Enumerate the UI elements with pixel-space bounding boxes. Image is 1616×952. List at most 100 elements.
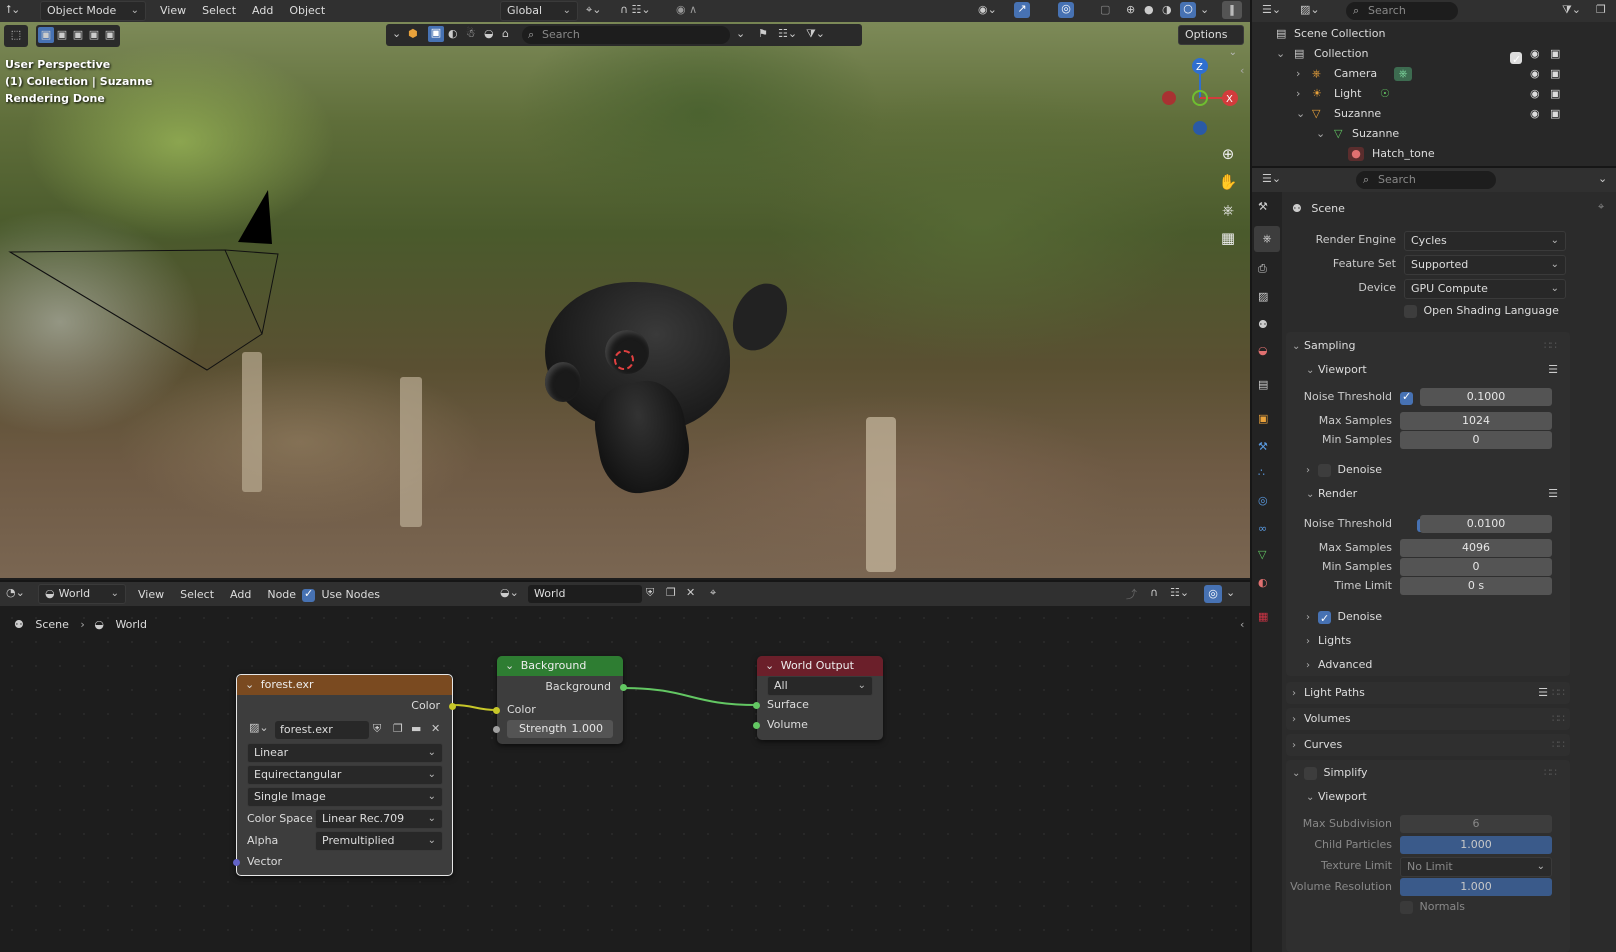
image-color-socket[interactable]: [449, 703, 456, 710]
select-intersect-icon[interactable]: ▣: [102, 27, 118, 43]
duplicate-icon[interactable]: ❐: [666, 586, 676, 599]
menu-view[interactable]: View: [152, 0, 194, 22]
background-output-socket[interactable]: [620, 684, 627, 691]
volume-socket[interactable]: [753, 722, 760, 729]
tool-select-icon[interactable]: ⬚: [8, 27, 24, 43]
transform-orientation-dropdown[interactable]: Global: [500, 1, 578, 21]
menu-select[interactable]: Select: [194, 0, 244, 22]
outliner-row-collection[interactable]: ⌄ ▤ Collection ◉ ▣: [1252, 44, 1616, 70]
display-mode-icon[interactable]: ▨⌄: [1300, 3, 1320, 16]
node-snap-options-icon[interactable]: ☷⌄: [1170, 586, 1189, 599]
projection-dropdown[interactable]: Equirectangular: [247, 765, 443, 785]
collapse-icon[interactable]: ⌄: [765, 659, 774, 672]
node-menu-view[interactable]: View: [130, 584, 172, 606]
visibility-eye-icon[interactable]: ◉: [1530, 84, 1540, 104]
shading-solid-icon[interactable]: ●: [1144, 3, 1154, 16]
r-noise-threshold-field[interactable]: 0.0100: [1420, 515, 1552, 533]
camera-filter-icon[interactable]: ⌂: [502, 27, 509, 40]
outliner-row-scene-collection[interactable]: ▤ Scene Collection: [1252, 24, 1616, 44]
viewport-search-field[interactable]: ⌕ Search: [522, 26, 730, 44]
visibility-eye-icon[interactable]: ◉: [1530, 64, 1540, 84]
sampling-render-header[interactable]: ⌄ Render ☰: [1306, 484, 1562, 504]
select-subtract-icon[interactable]: ▣: [70, 27, 86, 43]
outliner-row-light[interactable]: › ☀ Light ☉ ◉ ▣: [1252, 84, 1616, 104]
ortho-toggle-icon[interactable]: ▦: [1216, 224, 1240, 252]
outliner-filter-icon[interactable]: ⧩⌄: [1562, 3, 1581, 17]
new-collection-icon[interactable]: ❐: [1596, 3, 1606, 16]
volumes-panel[interactable]: › Volumes ∷∷: [1286, 708, 1570, 730]
select-new-icon[interactable]: ▣: [38, 27, 54, 43]
sidebar-toggle-icon[interactable]: ‹: [1240, 64, 1244, 77]
image-open-folder-icon[interactable]: ▬: [411, 722, 421, 735]
interpolation-dropdown[interactable]: Linear: [247, 743, 443, 763]
image-node-header[interactable]: ⌄ forest.exr: [237, 675, 452, 695]
node-snap-icon[interactable]: ∩: [1150, 586, 1158, 599]
editor-type-icon[interactable]: ⭡⌄: [6, 3, 20, 17]
simplify-viewport-header[interactable]: ⌄ Viewport: [1306, 786, 1367, 808]
outliner-search-field[interactable]: ⌕ Search: [1346, 2, 1458, 20]
tab-tool-icon[interactable]: ⚒: [1258, 200, 1268, 213]
shading-rendered-icon[interactable]: ○: [1180, 2, 1196, 18]
lights-subpanel-header[interactable]: › Lights: [1306, 631, 1351, 651]
image-fake-user-icon[interactable]: ⛨: [373, 722, 381, 736]
search-options-icon[interactable]: ⌄: [736, 27, 745, 40]
parent-node-tree-icon[interactable]: ⤴: [1126, 586, 1137, 602]
drag-handle-icon[interactable]: ∷∷: [1552, 682, 1565, 704]
osl-checkbox[interactable]: [1404, 304, 1417, 318]
shading-material-icon[interactable]: ◑: [1162, 3, 1172, 16]
simplify-checkbox[interactable]: [1304, 766, 1317, 780]
alpha-dropdown[interactable]: Premultiplied: [315, 831, 443, 851]
expand-chevron-icon[interactable]: ⌄: [1296, 104, 1305, 124]
image-unlink-icon[interactable]: ✕: [431, 722, 440, 735]
node-menu-node[interactable]: Node: [259, 584, 304, 606]
mode-dropdown[interactable]: Object Mode: [40, 1, 146, 21]
drag-handle-icon[interactable]: ∷∷: [1552, 734, 1565, 756]
pin-icon[interactable]: ⌖: [710, 586, 716, 600]
sampling-viewport-header[interactable]: ⌄ Viewport ☰: [1306, 360, 1562, 380]
vp-noise-threshold-checkbox[interactable]: [1400, 390, 1413, 405]
tab-physics-icon[interactable]: ◎: [1258, 494, 1268, 507]
presets-list-icon[interactable]: ☰: [1548, 360, 1558, 380]
properties-search-field[interactable]: ⌕ Search: [1356, 171, 1496, 189]
texture-limit-dropdown[interactable]: No Limit: [1400, 857, 1552, 877]
use-nodes-checkbox[interactable]: [302, 587, 315, 602]
options-dropdown[interactable]: Options: [1178, 25, 1244, 45]
snap-icon[interactable]: ∩ ☷⌄: [620, 3, 651, 16]
vp-denoise-header[interactable]: › Denoise: [1306, 460, 1382, 480]
outliner-row-camera[interactable]: › ⎈ Camera ⎈ ◉ ▣: [1252, 64, 1616, 84]
mesh-filter-icon[interactable]: ◐: [448, 27, 458, 40]
collapse-icon[interactable]: ⌄: [505, 659, 514, 672]
pin-icon[interactable]: ⌖: [1598, 200, 1604, 214]
image-name-field[interactable]: forest.exr: [275, 721, 369, 739]
node-overlay-icon[interactable]: ◎: [1204, 585, 1222, 603]
pan-hand-icon[interactable]: ✋: [1216, 168, 1240, 196]
expand-chevron-icon[interactable]: ›: [1296, 84, 1300, 104]
normals-checkbox[interactable]: [1400, 900, 1413, 914]
source-dropdown[interactable]: Single Image: [247, 787, 443, 807]
render-camera-icon[interactable]: ▣: [1550, 84, 1560, 104]
shading-options-icon[interactable]: ⌄: [1200, 3, 1209, 16]
world-browse-icon[interactable]: ◒⌄: [500, 586, 519, 599]
advanced-subpanel-header[interactable]: › Advanced: [1306, 655, 1372, 675]
menu-add[interactable]: Add: [244, 0, 281, 22]
vp-noise-threshold-field[interactable]: 0.1000: [1420, 388, 1552, 406]
expand-chevron-icon[interactable]: ⌄: [1316, 124, 1325, 144]
light-filter-icon[interactable]: ☃: [466, 27, 476, 40]
fake-user-icon[interactable]: ⛨: [646, 586, 654, 600]
navigation-gizmo[interactable]: Z X: [1156, 56, 1240, 140]
node-overlay-options-icon[interactable]: ⌄: [1226, 586, 1235, 599]
device-dropdown[interactable]: GPU Compute: [1404, 279, 1566, 299]
overlay-toggle-icon[interactable]: ◎: [1058, 2, 1074, 18]
world-output-header[interactable]: ⌄ World Output: [757, 656, 883, 676]
image-duplicate-icon[interactable]: ❐: [393, 722, 403, 735]
object-type-icon[interactable]: ⬢: [408, 27, 418, 40]
tab-object-icon[interactable]: ▣: [1258, 412, 1268, 425]
light-data-icon[interactable]: ☉: [1380, 84, 1390, 104]
render-engine-dropdown[interactable]: Cycles: [1404, 231, 1566, 251]
visibility-eye-icon[interactable]: ◉: [1530, 104, 1540, 124]
selectable-icon[interactable]: ▣: [428, 26, 444, 42]
vp-denoise-checkbox[interactable]: [1318, 463, 1331, 477]
pause-render-icon[interactable]: ‖: [1222, 1, 1242, 19]
environment-texture-node[interactable]: ⌄ forest.exr Color ▨⌄ forest.exr ⛨ ❐ ▬ ✕…: [233, 674, 456, 876]
render-camera-icon[interactable]: ▣: [1550, 104, 1560, 124]
